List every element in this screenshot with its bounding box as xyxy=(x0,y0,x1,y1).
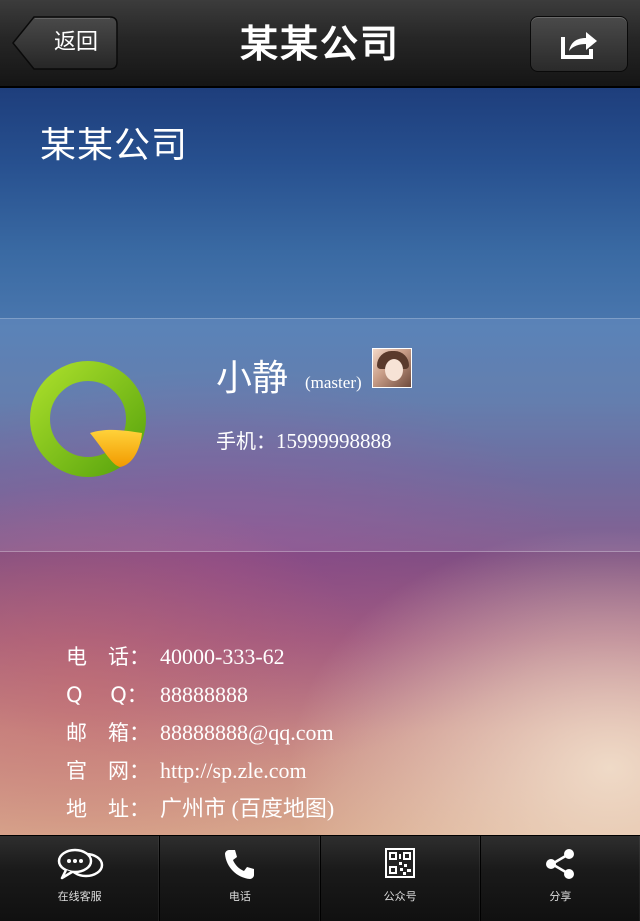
phone-icon xyxy=(224,850,254,879)
info-label: 官 网： xyxy=(66,759,150,783)
contact-role: (master) xyxy=(305,373,362,392)
navigation-bar: 返回 某某公司 xyxy=(0,0,640,88)
info-row-website[interactable]: 官 网： http://sp.zle.com xyxy=(66,752,334,790)
info-label: Q Q： xyxy=(66,683,148,707)
share-nodes-icon xyxy=(546,849,575,879)
mobile-number-row[interactable]: 手机：15999998888 xyxy=(216,425,392,454)
back-button-label: 返回 xyxy=(53,30,98,55)
info-row-phone[interactable]: 电 话： 40000-333-62 xyxy=(66,638,334,676)
info-value: 88888888@qq.com xyxy=(160,720,334,745)
qr-code-icon xyxy=(385,848,416,878)
info-value: 广州市 (百度地图) xyxy=(160,796,335,821)
mobile-value: 15999998888 xyxy=(276,429,392,453)
bottom-tab-bar: 在线客服 电话 公众号 分享 xyxy=(0,835,640,921)
info-value: http://sp.zle.com xyxy=(160,758,307,783)
info-value: 40000-333-62 xyxy=(160,644,285,669)
info-row-address[interactable]: 地 址： 广州市 (百度地图) xyxy=(66,790,334,828)
tab-phone[interactable]: 电话 xyxy=(160,836,321,921)
tab-label: 电话 xyxy=(228,890,251,903)
tab-share[interactable]: 分享 xyxy=(481,836,640,921)
info-label: 地 址： xyxy=(66,797,150,821)
info-label: 邮 箱： xyxy=(66,721,150,745)
info-row-email[interactable]: 邮 箱： 88888888@qq.com xyxy=(66,714,334,752)
company-name: 某某公司 xyxy=(40,125,189,166)
company-logo xyxy=(30,361,146,477)
tab-label: 分享 xyxy=(549,890,572,903)
back-button[interactable]: 返回 xyxy=(12,16,118,70)
share-export-icon xyxy=(561,32,597,59)
business-card-content: 某某公司 小静 (master) 手机：15999998888 电 话： 400… xyxy=(0,88,640,835)
page-title: 某某公司 xyxy=(239,22,400,66)
share-button[interactable] xyxy=(530,16,628,72)
tab-online-service[interactable]: 在线客服 xyxy=(0,836,161,921)
chat-bubbles-icon xyxy=(57,848,103,880)
info-value: 88888888 xyxy=(160,682,248,707)
contact-name: 小静 xyxy=(216,358,289,399)
mobile-label: 手机： xyxy=(216,429,276,453)
contact-card: 小静 (master) 手机：15999998888 xyxy=(0,318,640,552)
info-label: 电 话： xyxy=(66,645,150,669)
contact-info-list: 电 话： 40000-333-62 Q Q： 88888888 邮 箱： 888888… xyxy=(66,638,334,828)
info-row-qq[interactable]: Q Q： 88888888 xyxy=(66,676,334,714)
avatar[interactable] xyxy=(372,348,412,388)
tab-label: 公众号 xyxy=(383,890,417,903)
tab-official-account[interactable]: 公众号 xyxy=(321,836,481,921)
tab-label: 在线客服 xyxy=(57,890,102,903)
